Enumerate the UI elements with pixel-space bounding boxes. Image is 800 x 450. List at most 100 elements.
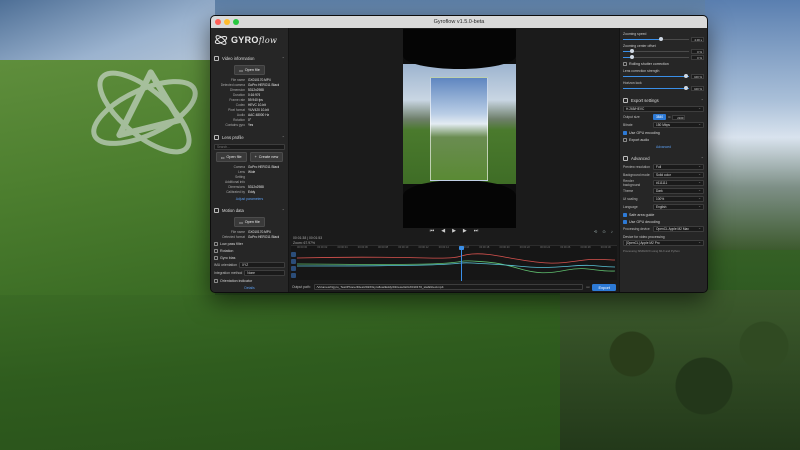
output-path-input[interactable]: /Volumes/Ogyro_Test/Phone/Files/2023/Gyr… <box>313 284 584 291</box>
play-icon[interactable]: ▶ <box>452 228 456 234</box>
slider-track[interactable] <box>623 49 689 53</box>
title-bar: Gyroflow v1.5.0-beta <box>211 16 707 28</box>
lens-profile-header[interactable]: Lens profile ⌃ <box>214 133 285 142</box>
rolling-shutter-checkbox[interactable]: Rolling shutter correction <box>623 60 704 67</box>
preset-select[interactable]: H.265/HEVC <box>623 106 704 112</box>
timeline-ticks: 00:00:00 00:00:02 00:00:04 00:00:06 00:00:08… <box>291 246 617 251</box>
integration-select[interactable]: None <box>244 270 285 276</box>
speed-icon[interactable]: ⊙ <box>602 229 606 234</box>
setting-select[interactable]: 100% <box>653 196 704 202</box>
processing-device-select[interactable]: OpenCL Apple M2 Max <box>653 226 704 232</box>
tick-label: 00:00:00 <box>297 246 308 250</box>
slider-value[interactable]: 4.00 s <box>691 36 704 42</box>
output-height-input[interactable]: 2160 <box>672 114 686 120</box>
tick-label: 00:00:30 <box>600 246 611 250</box>
advanced-link[interactable]: Advanced <box>623 145 704 149</box>
slider-track[interactable] <box>623 55 689 59</box>
slider-track[interactable] <box>623 37 689 41</box>
checkbox[interactable] <box>214 241 218 246</box>
center-panel: ⏮ ◀ ▶ ▶ ⏭ ⟲ ⊙ ♪ 00:01:38 | 00:01:53 Zoom… <box>289 28 619 292</box>
adjust-parameters-link[interactable]: Adjust parameters <box>214 197 285 201</box>
export-audio-checkbox[interactable]: Export audio <box>623 136 704 143</box>
checkbox[interactable] <box>623 61 627 66</box>
info-key: Detected format <box>222 235 245 239</box>
timeline-tool-icon[interactable] <box>291 252 296 258</box>
export-settings-header[interactable]: Export settings ⌃ <box>623 96 704 105</box>
setting-select[interactable]: Solid color <box>653 172 704 178</box>
tick-label: 00:00:02 <box>317 246 328 250</box>
checkbox[interactable] <box>623 130 627 135</box>
output-width-input[interactable]: 3840 <box>653 114 667 120</box>
tick-label: 00:00:18 <box>479 246 490 250</box>
next-icon[interactable]: ⏭ <box>474 228 479 234</box>
lens-strength-slider[interactable]: 100 % <box>623 73 704 79</box>
lens-search-input[interactable]: Search... <box>214 144 285 150</box>
setting-label: Render background <box>623 179 641 187</box>
slider-knob[interactable] <box>659 37 664 41</box>
video-info-list: File name GX010170.MP4 Detected camera GoPr… <box>214 78 285 128</box>
setting-select[interactable]: Dark <box>653 188 704 194</box>
checkbox[interactable] <box>214 248 218 253</box>
prev-icon[interactable]: ⏮ <box>430 228 435 234</box>
setting-label: Preview resolution <box>623 165 650 169</box>
gpu-decoding-checkbox[interactable]: Use GPU decoding <box>623 218 704 225</box>
timeline-tool-icon[interactable] <box>291 273 296 279</box>
slider-knob[interactable] <box>629 49 634 53</box>
info-key: Calibrated by <box>226 190 245 194</box>
folder-icon[interactable]: ▭ <box>586 285 589 289</box>
motion-data-header[interactable]: Motion data ⌃ <box>214 206 285 215</box>
integration-label: Integration method <box>214 271 243 275</box>
zoom-window-button[interactable] <box>233 19 239 25</box>
gpu-encoding-checkbox[interactable]: Use GPU encoding <box>623 129 704 136</box>
playhead[interactable] <box>459 246 464 282</box>
checkbox[interactable] <box>623 219 627 224</box>
link-icon[interactable]: ∞ <box>668 115 670 119</box>
trees <box>560 290 800 450</box>
timeline-tool-icon[interactable] <box>291 266 296 272</box>
open-lens-button[interactable]: ▭ Open file <box>215 152 247 162</box>
slider-knob[interactable] <box>629 55 634 59</box>
volume-icon[interactable]: ♪ <box>611 229 613 234</box>
horizon-lock-slider[interactable]: 100 % <box>623 85 704 91</box>
motion-option-checkbox[interactable]: Rotation <box>214 247 285 254</box>
minimize-window-button[interactable] <box>224 19 230 25</box>
setting-select[interactable]: #111111 <box>653 180 704 186</box>
checkbox[interactable] <box>214 278 218 283</box>
safe-area-checkbox[interactable]: Safe area guide <box>623 211 704 218</box>
timecode: 00:01:38 | 00:01:53 Zoom: 67.97% <box>293 236 323 245</box>
setting-select[interactable]: Full <box>653 164 704 170</box>
slider-value[interactable]: 0 % <box>691 48 704 54</box>
step-back-icon[interactable]: ◀ <box>441 228 445 234</box>
close-window-button[interactable] <box>215 19 221 25</box>
zoom-slider[interactable]: 4.00 s <box>623 36 704 42</box>
advanced-setting-row: Background mode Solid color <box>623 171 704 179</box>
gyroflow-logo-icon <box>214 35 228 45</box>
timeline-tool-icon[interactable] <box>291 259 296 265</box>
details-link[interactable]: Details <box>214 286 285 290</box>
loop-icon[interactable]: ⟲ <box>594 229 598 234</box>
video-device-select[interactable]: [OpenCL] Apple M2 Pro <box>623 240 704 246</box>
left-panel: GYROflow Video information ⌃ ▭ Open file … <box>211 28 289 292</box>
motion-option-checkbox[interactable]: Low pass filter <box>214 240 285 247</box>
timeline[interactable]: 00:00:00 00:00:02 00:00:04 00:00:06 00:00:08… <box>291 245 617 282</box>
checkbox[interactable] <box>623 212 627 217</box>
checkbox[interactable] <box>214 255 218 260</box>
open-motion-button[interactable]: ▭ Open file <box>234 217 265 227</box>
step-forward-icon[interactable]: ▶ <box>463 228 467 234</box>
orientation-indicator-checkbox[interactable]: Orientation indicator <box>214 277 285 284</box>
bitrate-input[interactable]: 150 Mbps <box>653 122 704 128</box>
motion-option-checkbox[interactable]: Gyro bias <box>214 254 285 261</box>
slider-value[interactable]: 0 % <box>691 54 704 60</box>
export-button[interactable]: Export <box>592 283 616 291</box>
imu-orientation-input[interactable]: XYZ <box>239 262 285 268</box>
open-video-button[interactable]: ▭ Open file <box>234 65 265 75</box>
setting-select[interactable]: English <box>653 204 704 210</box>
video-viewer[interactable] <box>289 28 619 228</box>
sky-right <box>705 0 800 250</box>
info-row: Detected format GoPro HERO11 Black <box>214 235 285 240</box>
checkbox[interactable] <box>623 137 627 142</box>
create-lens-button[interactable]: + Create new <box>249 152 284 162</box>
video-frame <box>403 29 516 228</box>
video-info-header[interactable]: Video information ⌃ <box>214 54 285 63</box>
advanced-header[interactable]: Advanced ⌃ <box>623 154 704 163</box>
